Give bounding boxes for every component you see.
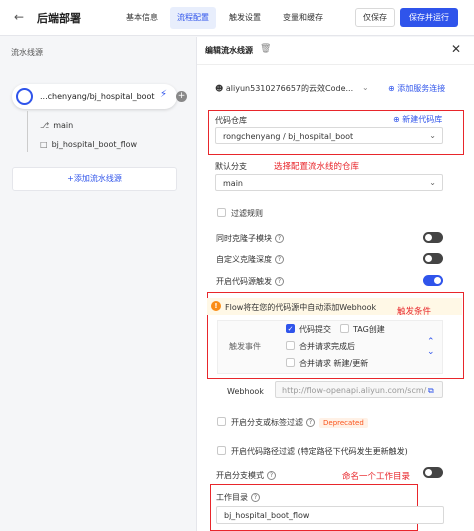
help-icon[interactable]: ? (251, 493, 260, 502)
repo-value: rongchenyang / bj_hospital_boot (223, 132, 354, 141)
enable-trigger-row: 开启代码源触发? (216, 276, 284, 287)
webhook-label: Webhook (227, 387, 264, 396)
trash-icon[interactable]: 🗑 (260, 44, 271, 54)
tab-flow-config[interactable]: 流程配置 (170, 7, 216, 29)
trigger-annotation-text: 触发条件 (397, 307, 432, 317)
help-icon[interactable]: ? (275, 255, 284, 264)
enable-trigger-toggle[interactable] (423, 275, 443, 286)
clone-depth-label: 自定义克隆深度 (216, 255, 272, 264)
code-commit-label: 代码提交 (299, 325, 331, 334)
workdir-label: 工作目录 (216, 493, 248, 502)
tab-basic-info[interactable]: 基本信息 (119, 7, 165, 29)
merge-new-checkbox[interactable] (286, 358, 295, 367)
webhook-url-field: http://flow-openapi.aliyun.com/scm/ (275, 381, 443, 398)
help-icon[interactable]: ? (275, 277, 284, 286)
tag-create-checkbox[interactable] (340, 324, 349, 333)
chevron-down-icon: ⌄ (429, 178, 436, 187)
branch-value: main (223, 179, 243, 188)
path-filter-label: 开启代码路径过滤 (特定路径下代码发生更新触发) (231, 447, 408, 456)
branch-item: ⎇ main (40, 121, 73, 130)
new-repo-link[interactable]: ⊕ 新建代码库 (393, 114, 442, 125)
filter-rule-checkbox[interactable] (217, 208, 226, 217)
folder-item: □ bj_hospital_boot_flow (40, 140, 137, 149)
workdir-value: bj_hospital_boot_flow (224, 511, 310, 520)
branch-label: 默认分支 (215, 162, 247, 171)
trigger-event-label: 触发事件 (229, 342, 261, 351)
add-service-label: 添加服务连接 (397, 84, 446, 93)
divider (197, 64, 474, 65)
help-icon[interactable]: ? (306, 418, 315, 427)
add-stage-icon[interactable]: + (176, 91, 187, 102)
plus-circle-icon: ⊕ (393, 115, 400, 124)
clone-submodule-row: 同时克隆子模块? (216, 233, 284, 244)
help-icon[interactable]: ? (275, 234, 284, 243)
source-name: ...chenyang/bj_hospital_boot (40, 92, 155, 101)
workdir-input[interactable]: bj_hospital_boot_flow (216, 506, 444, 524)
tab-variables-cache[interactable]: 变量和缓存 (276, 7, 330, 29)
branch-icon: ⎇ (40, 121, 50, 130)
panel-title: 编辑流水线源 (205, 46, 253, 55)
top-bar: ← 后端部署 基本信息 流程配置 触发设置 变量和缓存 仅保存 保存并运行 (0, 0, 474, 36)
code-commit-checkbox[interactable]: ✓ (286, 324, 295, 333)
save-button[interactable]: 仅保存 (355, 8, 395, 27)
save-and-run-button[interactable]: 保存并运行 (400, 8, 458, 27)
bolt-icon: ⚡ (160, 89, 168, 100)
service-connection-row: ☻ aliyun5310276657的云效Code... ⌄ ⊕ 添加服务连接 (205, 79, 465, 96)
tree-line (27, 111, 28, 152)
branch-select[interactable]: main ⌄ (215, 174, 443, 191)
enable-trigger-label: 开启代码源触发 (216, 277, 272, 286)
branch-tag-filter-label: 开启分支或标签过滤 (231, 418, 303, 427)
path-filter-checkbox[interactable] (217, 446, 226, 455)
repo-label: 代码仓库 (215, 116, 247, 125)
merge-done-checkbox[interactable] (286, 341, 295, 350)
repo-select[interactable]: rongchenyang / bj_hospital_boot ⌄ (215, 127, 443, 144)
page-title: 后端部署 (37, 12, 81, 25)
branch-tag-filter-checkbox[interactable] (217, 417, 226, 426)
branch-mode-toggle[interactable] (423, 467, 443, 478)
copy-icon[interactable]: ⧉ (428, 386, 434, 396)
help-icon[interactable]: ? (267, 471, 276, 480)
clone-depth-row: 自定义克隆深度? (216, 254, 284, 265)
add-service-link[interactable]: ⊕ 添加服务连接 (388, 83, 445, 94)
workdir-annotation-text: 命名一个工作目录 (342, 472, 411, 482)
workdir-row: 工作目录? (216, 492, 260, 503)
left-panel-title: 流水线源 (11, 48, 43, 57)
new-repo-label: 新建代码库 (402, 115, 443, 124)
tag-create-label: TAG创建 (353, 325, 385, 334)
user-icon: ☻ (215, 84, 224, 93)
close-icon[interactable]: ✕ (451, 42, 461, 56)
folder-icon: □ (40, 140, 48, 149)
folder-name: bj_hospital_boot_flow (51, 140, 138, 149)
arrow-left-icon[interactable]: ← (14, 10, 24, 24)
clone-submodule-label: 同时克隆子模块 (216, 234, 272, 243)
branch-tag-filter-row: 开启分支或标签过滤? Deprecated (231, 417, 368, 428)
account-select[interactable]: ☻ aliyun5310276657的云效Code... (215, 83, 353, 94)
branch-name: main (53, 121, 74, 130)
warning-icon: ! (211, 301, 221, 311)
left-panel: 流水线源 ...chenyang/bj_hospital_boot ⚡ + ⎇ m… (0, 37, 190, 531)
deprecated-badge: Deprecated (319, 417, 368, 428)
filter-rule-label: 过滤规则 (231, 209, 263, 218)
clone-depth-toggle[interactable] (423, 253, 443, 264)
webhook-notice-text: Flow将在您的代码源中自动添加Webhook (225, 303, 377, 312)
chevron-down-icon[interactable]: ⌄ (362, 83, 369, 92)
clone-submodule-toggle[interactable] (423, 232, 443, 243)
plus-circle-icon: ⊕ (388, 84, 395, 93)
add-source-button[interactable]: +添加流水线源 (12, 167, 177, 191)
merge-done-label: 合并请求完成后 (299, 342, 355, 351)
webhook-url: http://flow-openapi.aliyun.com/scm/ (282, 386, 427, 395)
source-icon (16, 88, 33, 105)
chevron-collapse-icon[interactable]: ⌃ ⌄ (427, 337, 435, 357)
branch-mode-row: 开启分支模式? (216, 470, 276, 481)
merge-new-label: 合并请求 新建/更新 (299, 359, 369, 368)
account-value: aliyun5310276657的云效Code... (225, 84, 354, 93)
pipeline-source-card[interactable]: ...chenyang/bj_hospital_boot ⚡ (12, 84, 177, 109)
chevron-down-icon: ⌄ (429, 131, 436, 140)
edit-source-panel: 编辑流水线源 🗑 ✕ ☻ aliyun5310276657的云效Code... … (196, 37, 474, 531)
branch-mode-label: 开启分支模式 (216, 471, 264, 480)
tab-trigger-settings[interactable]: 触发设置 (222, 7, 268, 29)
repo-annotation-text: 选择配置流水线的仓库 (274, 162, 360, 172)
